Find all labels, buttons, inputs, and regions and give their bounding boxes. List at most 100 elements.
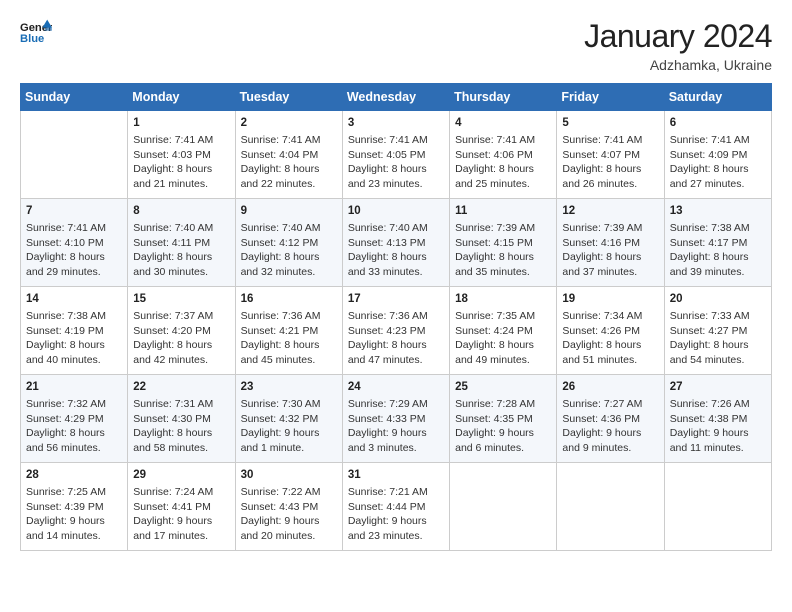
sunrise-text: Sunrise: 7:41 AM [26, 222, 106, 234]
day-cell: 31Sunrise: 7:21 AMSunset: 4:44 PMDayligh… [342, 463, 449, 551]
sunrise-text: Sunrise: 7:24 AM [133, 486, 213, 498]
day-number: 12 [562, 203, 658, 219]
sunrise-text: Sunrise: 7:41 AM [348, 134, 428, 146]
sunset-text: Sunset: 4:41 PM [133, 501, 211, 513]
daylight-text: Daylight: 8 hours and 22 minutes. [241, 163, 320, 190]
day-cell: 30Sunrise: 7:22 AMSunset: 4:43 PMDayligh… [235, 463, 342, 551]
col-header-saturday: Saturday [664, 84, 771, 111]
day-cell [21, 111, 128, 199]
day-number: 23 [241, 379, 337, 395]
daylight-text: Daylight: 8 hours and 54 minutes. [670, 339, 749, 366]
day-number: 3 [348, 115, 444, 131]
day-number: 30 [241, 467, 337, 483]
day-number: 21 [26, 379, 122, 395]
sunset-text: Sunset: 4:29 PM [26, 413, 104, 425]
page: General Blue January 2024 Adzhamka, Ukra… [0, 0, 792, 612]
sunrise-text: Sunrise: 7:40 AM [241, 222, 321, 234]
sunrise-text: Sunrise: 7:26 AM [670, 398, 750, 410]
day-cell: 19Sunrise: 7:34 AMSunset: 4:26 PMDayligh… [557, 287, 664, 375]
daylight-text: Daylight: 8 hours and 35 minutes. [455, 251, 534, 278]
sunset-text: Sunset: 4:16 PM [562, 237, 640, 249]
logo-icon: General Blue [20, 18, 52, 46]
sunrise-text: Sunrise: 7:39 AM [562, 222, 642, 234]
location: Adzhamka, Ukraine [584, 57, 772, 73]
daylight-text: Daylight: 8 hours and 51 minutes. [562, 339, 641, 366]
sunset-text: Sunset: 4:32 PM [241, 413, 319, 425]
day-number: 11 [455, 203, 551, 219]
day-cell: 7Sunrise: 7:41 AMSunset: 4:10 PMDaylight… [21, 199, 128, 287]
daylight-text: Daylight: 9 hours and 3 minutes. [348, 427, 427, 454]
sunrise-text: Sunrise: 7:36 AM [348, 310, 428, 322]
daylight-text: Daylight: 9 hours and 23 minutes. [348, 515, 427, 542]
daylight-text: Daylight: 8 hours and 37 minutes. [562, 251, 641, 278]
day-number: 17 [348, 291, 444, 307]
col-header-monday: Monday [128, 84, 235, 111]
daylight-text: Daylight: 8 hours and 26 minutes. [562, 163, 641, 190]
day-cell: 26Sunrise: 7:27 AMSunset: 4:36 PMDayligh… [557, 375, 664, 463]
day-cell: 10Sunrise: 7:40 AMSunset: 4:13 PMDayligh… [342, 199, 449, 287]
day-cell: 4Sunrise: 7:41 AMSunset: 4:06 PMDaylight… [450, 111, 557, 199]
sunrise-text: Sunrise: 7:27 AM [562, 398, 642, 410]
daylight-text: Daylight: 8 hours and 42 minutes. [133, 339, 212, 366]
sunrise-text: Sunrise: 7:37 AM [133, 310, 213, 322]
sunrise-text: Sunrise: 7:21 AM [348, 486, 428, 498]
day-cell [664, 463, 771, 551]
week-row-0: 1Sunrise: 7:41 AMSunset: 4:03 PMDaylight… [21, 111, 772, 199]
sunset-text: Sunset: 4:09 PM [670, 149, 748, 161]
sunset-text: Sunset: 4:06 PM [455, 149, 533, 161]
sunrise-text: Sunrise: 7:41 AM [670, 134, 750, 146]
svg-text:Blue: Blue [20, 33, 44, 45]
daylight-text: Daylight: 8 hours and 40 minutes. [26, 339, 105, 366]
week-row-2: 14Sunrise: 7:38 AMSunset: 4:19 PMDayligh… [21, 287, 772, 375]
sunset-text: Sunset: 4:21 PM [241, 325, 319, 337]
day-cell: 9Sunrise: 7:40 AMSunset: 4:12 PMDaylight… [235, 199, 342, 287]
sunset-text: Sunset: 4:17 PM [670, 237, 748, 249]
day-number: 25 [455, 379, 551, 395]
day-cell: 6Sunrise: 7:41 AMSunset: 4:09 PMDaylight… [664, 111, 771, 199]
daylight-text: Daylight: 8 hours and 58 minutes. [133, 427, 212, 454]
daylight-text: Daylight: 9 hours and 9 minutes. [562, 427, 641, 454]
daylight-text: Daylight: 8 hours and 29 minutes. [26, 251, 105, 278]
daylight-text: Daylight: 8 hours and 45 minutes. [241, 339, 320, 366]
sunrise-text: Sunrise: 7:39 AM [455, 222, 535, 234]
sunset-text: Sunset: 4:15 PM [455, 237, 533, 249]
day-number: 8 [133, 203, 229, 219]
sunset-text: Sunset: 4:19 PM [26, 325, 104, 337]
sunset-text: Sunset: 4:44 PM [348, 501, 426, 513]
day-number: 10 [348, 203, 444, 219]
col-header-sunday: Sunday [21, 84, 128, 111]
day-cell: 18Sunrise: 7:35 AMSunset: 4:24 PMDayligh… [450, 287, 557, 375]
week-row-4: 28Sunrise: 7:25 AMSunset: 4:39 PMDayligh… [21, 463, 772, 551]
daylight-text: Daylight: 9 hours and 6 minutes. [455, 427, 534, 454]
daylight-text: Daylight: 8 hours and 21 minutes. [133, 163, 212, 190]
sunrise-text: Sunrise: 7:25 AM [26, 486, 106, 498]
day-cell: 5Sunrise: 7:41 AMSunset: 4:07 PMDaylight… [557, 111, 664, 199]
sunrise-text: Sunrise: 7:41 AM [133, 134, 213, 146]
day-cell: 21Sunrise: 7:32 AMSunset: 4:29 PMDayligh… [21, 375, 128, 463]
day-number: 15 [133, 291, 229, 307]
sunrise-text: Sunrise: 7:29 AM [348, 398, 428, 410]
sunrise-text: Sunrise: 7:28 AM [455, 398, 535, 410]
col-header-friday: Friday [557, 84, 664, 111]
sunrise-text: Sunrise: 7:38 AM [670, 222, 750, 234]
daylight-text: Daylight: 8 hours and 49 minutes. [455, 339, 534, 366]
sunset-text: Sunset: 4:38 PM [670, 413, 748, 425]
month-title: January 2024 [584, 18, 772, 55]
day-cell: 2Sunrise: 7:41 AMSunset: 4:04 PMDaylight… [235, 111, 342, 199]
day-number: 4 [455, 115, 551, 131]
sunset-text: Sunset: 4:23 PM [348, 325, 426, 337]
day-cell: 25Sunrise: 7:28 AMSunset: 4:35 PMDayligh… [450, 375, 557, 463]
sunset-text: Sunset: 4:10 PM [26, 237, 104, 249]
col-header-thursday: Thursday [450, 84, 557, 111]
sunrise-text: Sunrise: 7:41 AM [562, 134, 642, 146]
day-number: 1 [133, 115, 229, 131]
day-cell: 20Sunrise: 7:33 AMSunset: 4:27 PMDayligh… [664, 287, 771, 375]
day-cell [450, 463, 557, 551]
sunset-text: Sunset: 4:36 PM [562, 413, 640, 425]
day-number: 28 [26, 467, 122, 483]
daylight-text: Daylight: 8 hours and 39 minutes. [670, 251, 749, 278]
title-block: January 2024 Adzhamka, Ukraine [584, 18, 772, 73]
sunset-text: Sunset: 4:30 PM [133, 413, 211, 425]
day-number: 22 [133, 379, 229, 395]
daylight-text: Daylight: 8 hours and 25 minutes. [455, 163, 534, 190]
